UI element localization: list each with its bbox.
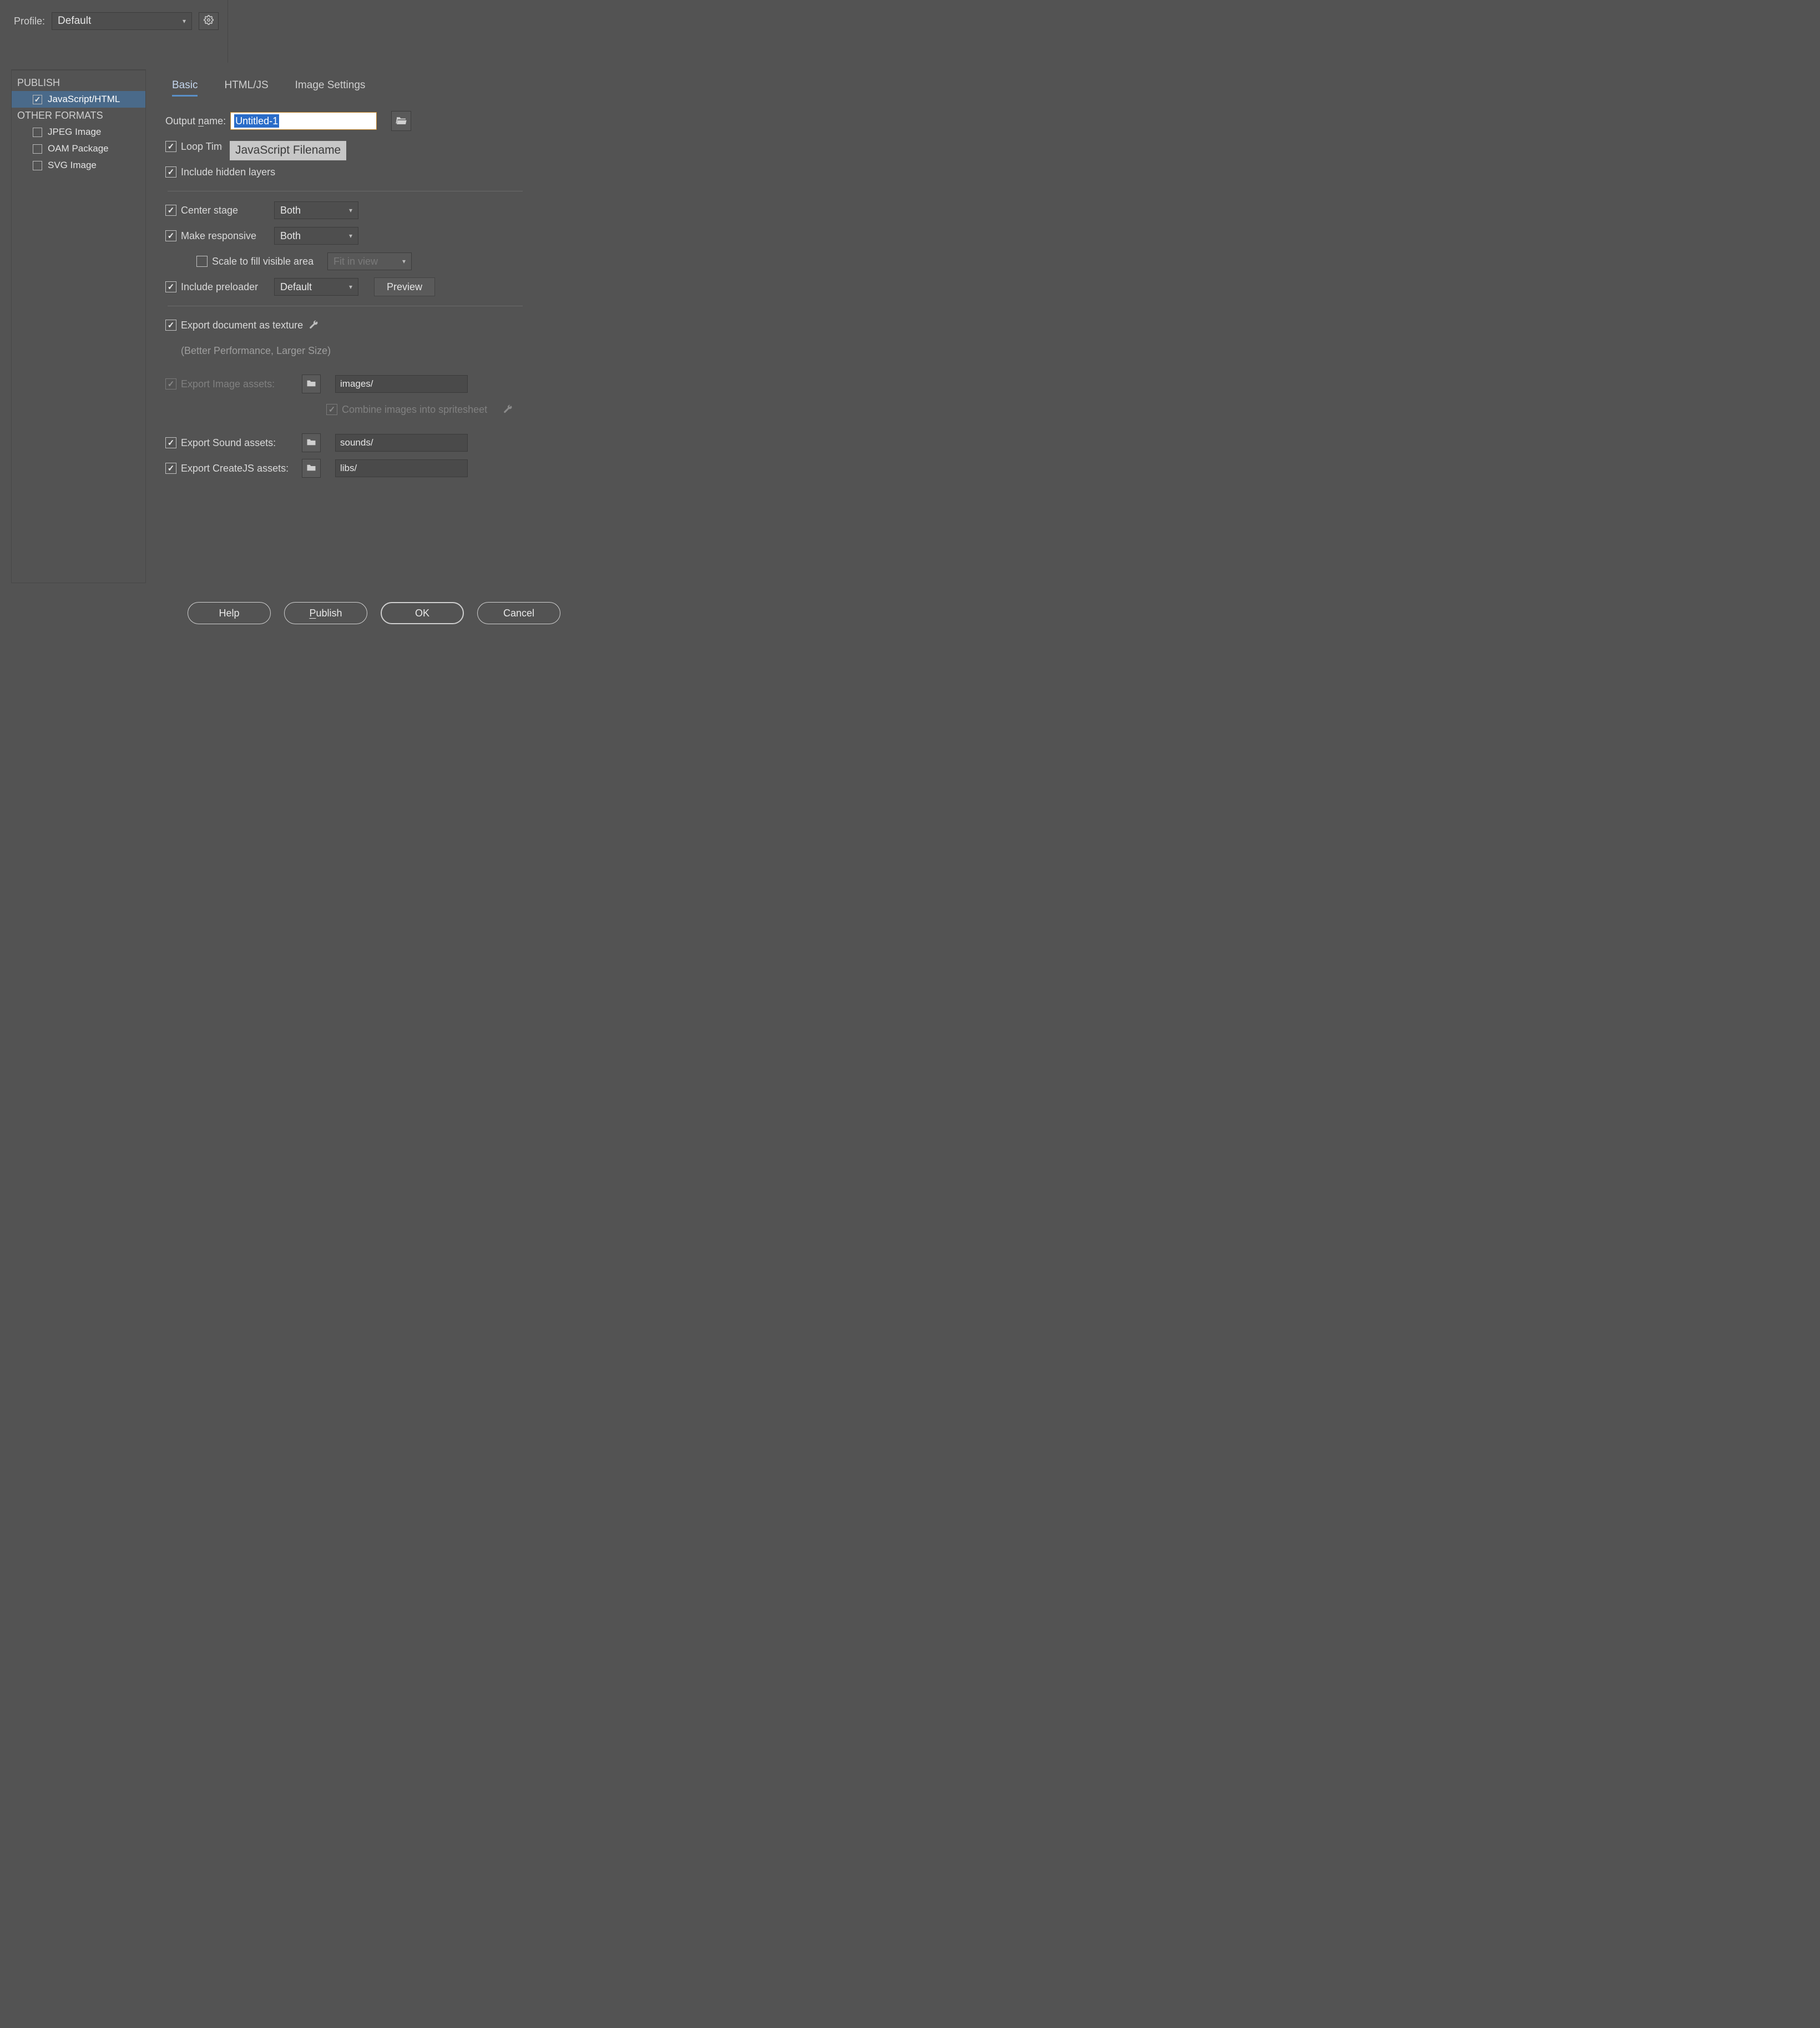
tooltip-javascript-filename: JavaScript Filename <box>230 141 346 160</box>
tab-htmljs[interactable]: HTML/JS <box>224 79 268 97</box>
sidebar-item-svg[interactable]: SVG Image <box>12 157 145 174</box>
chevron-down-icon: ▾ <box>349 206 352 214</box>
center-stage-checkbox[interactable] <box>165 205 176 216</box>
select-value: Both <box>280 230 301 242</box>
select-value: Default <box>280 281 312 293</box>
make-responsive-select[interactable]: Both ▾ <box>274 227 358 245</box>
sidebar-header-other: OTHER FORMATS <box>12 108 145 124</box>
include-hidden-checkbox[interactable] <box>165 166 176 178</box>
cancel-button[interactable]: Cancel <box>477 602 560 624</box>
loop-timeline-label: Loop Timeline <box>181 141 223 153</box>
scale-fill-checkbox[interactable] <box>196 256 208 267</box>
tab-image-settings[interactable]: Image Settings <box>295 79 366 97</box>
scale-fill-select: Fit in view ▾ <box>327 252 412 270</box>
export-sound-checkbox[interactable] <box>165 437 176 448</box>
make-responsive-checkbox[interactable] <box>165 230 176 241</box>
center-stage-select[interactable]: Both ▾ <box>274 201 358 219</box>
wrench-icon[interactable] <box>307 319 320 331</box>
profile-label: Profile: <box>14 16 45 27</box>
export-texture-label: Export document as texture <box>181 320 303 331</box>
profile-settings-button[interactable] <box>199 12 219 30</box>
folder-icon <box>306 378 316 390</box>
folder-open-icon <box>396 115 407 127</box>
folder-icon <box>306 437 316 449</box>
folder-icon <box>306 463 316 474</box>
combine-spritesheet-label: Combine images into spritesheet <box>342 404 487 416</box>
gear-icon <box>204 15 214 28</box>
ok-button[interactable]: OK <box>381 602 464 624</box>
images-path-input[interactable] <box>335 375 468 393</box>
checkbox-icon[interactable] <box>33 144 42 154</box>
browse-output-button[interactable] <box>391 111 411 131</box>
checkbox-icon[interactable] <box>33 161 42 170</box>
help-button[interactable]: Help <box>188 602 271 624</box>
export-createjs-label: Export CreateJS assets: <box>181 463 297 474</box>
sidebar-item-label: JPEG Image <box>48 127 101 138</box>
center-stage-label: Center stage <box>181 205 270 216</box>
select-value: Fit in view <box>333 256 378 267</box>
make-responsive-label: Make responsive <box>181 230 270 242</box>
libs-folder-button[interactable] <box>302 459 321 478</box>
sidebar-item-jpeg[interactable]: JPEG Image <box>12 124 145 140</box>
loop-timeline-checkbox[interactable] <box>165 141 176 152</box>
chevron-down-icon: ▾ <box>183 17 186 25</box>
output-name-input[interactable]: Untitled-1 <box>231 113 376 129</box>
export-texture-hint: (Better Performance, Larger Size) <box>181 345 331 357</box>
checkbox-icon[interactable] <box>33 95 42 104</box>
sidebar-item-label: OAM Package <box>48 143 109 154</box>
profile-selected: Default <box>58 15 91 27</box>
include-preloader-label: Include preloader <box>181 281 270 293</box>
export-images-label: Export Image assets: <box>181 378 297 390</box>
output-name-label: Output name: <box>165 115 226 127</box>
sounds-folder-button[interactable] <box>302 433 321 452</box>
chevron-down-icon: ▾ <box>349 232 352 240</box>
sidebar-item-label: JavaScript/HTML <box>48 94 120 105</box>
include-preloader-checkbox[interactable] <box>165 281 176 292</box>
chevron-down-icon: ▾ <box>402 257 406 265</box>
format-sidebar: PUBLISH JavaScript/HTML OTHER FORMATS JP… <box>11 69 146 583</box>
export-createjs-checkbox[interactable] <box>165 463 176 474</box>
wrench-icon <box>502 403 514 416</box>
scale-fill-label: Scale to fill visible area <box>212 256 323 267</box>
checkbox-icon[interactable] <box>33 128 42 137</box>
export-texture-checkbox[interactable] <box>165 320 176 331</box>
chevron-down-icon: ▾ <box>349 283 352 291</box>
images-folder-button[interactable] <box>302 375 321 393</box>
sidebar-header-publish: PUBLISH <box>12 75 145 91</box>
tab-basic[interactable]: Basic <box>172 79 198 97</box>
export-sound-label: Export Sound assets: <box>181 437 297 449</box>
include-hidden-label: Include hidden layers <box>181 166 275 178</box>
output-name-value: Untitled-1 <box>234 114 279 128</box>
preloader-select[interactable]: Default ▾ <box>274 278 358 296</box>
preview-button[interactable]: Preview <box>374 277 435 296</box>
export-images-checkbox <box>165 378 176 390</box>
profile-select[interactable]: Default ▾ <box>52 12 192 30</box>
libs-path-input[interactable] <box>335 459 468 477</box>
sidebar-item-javascript-html[interactable]: JavaScript/HTML <box>12 91 145 108</box>
select-value: Both <box>280 205 301 216</box>
combine-spritesheet-checkbox <box>326 404 337 415</box>
sidebar-item-oam[interactable]: OAM Package <box>12 140 145 157</box>
sounds-path-input[interactable] <box>335 434 468 452</box>
publish-button[interactable]: Publish <box>284 602 367 624</box>
sidebar-item-label: SVG Image <box>48 160 97 171</box>
